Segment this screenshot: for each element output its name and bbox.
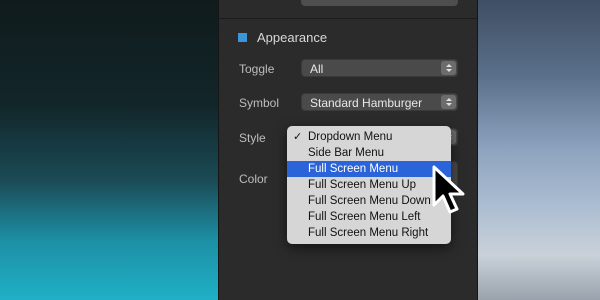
- arrow-cursor-icon: [432, 165, 465, 214]
- style-label: Style: [239, 131, 266, 145]
- color-label: Color: [239, 172, 268, 186]
- symbol-label: Symbol: [239, 96, 280, 110]
- symbol-select-value: Standard Hamburger: [310, 96, 423, 110]
- menu-item-label: Full Screen Menu Left: [308, 211, 421, 223]
- section-divider: [219, 18, 477, 19]
- symbol-select[interactable]: Standard Hamburger: [301, 93, 458, 111]
- toggle-label: Toggle: [239, 62, 275, 76]
- menu-item-label: Side Bar Menu: [308, 147, 385, 159]
- chevron-updown-icon: [441, 95, 456, 109]
- menu-item-full-screen-menu-left[interactable]: Full Screen Menu Left: [287, 209, 451, 225]
- menu-item-label: Full Screen Menu Up: [308, 179, 417, 191]
- menu-item-full-screen-menu-up[interactable]: Full Screen Menu Up: [287, 177, 451, 193]
- menu-item-dropdown-menu[interactable]: ✓ Dropdown Menu: [287, 129, 451, 145]
- previous-control[interactable]: [301, 0, 458, 6]
- menu-item-full-screen-menu[interactable]: Full Screen Menu: [287, 161, 451, 177]
- section-title: Appearance: [257, 30, 328, 45]
- desktop-background-right: [478, 0, 600, 300]
- section-square-icon: [238, 33, 247, 42]
- menu-item-side-bar-menu[interactable]: Side Bar Menu: [287, 145, 451, 161]
- desktop-background-left: [0, 0, 218, 300]
- chevron-updown-icon: [441, 61, 456, 75]
- toggle-select-value: All: [310, 62, 324, 76]
- style-dropdown-menu: ✓ Dropdown Menu Side Bar Menu Full Scree…: [287, 126, 451, 244]
- menu-item-full-screen-menu-right[interactable]: Full Screen Menu Right: [287, 225, 451, 241]
- menu-item-label: Full Screen Menu: [308, 163, 399, 175]
- menu-item-full-screen-menu-down[interactable]: Full Screen Menu Down: [287, 193, 451, 209]
- menu-item-label: Full Screen Menu Right: [308, 227, 429, 239]
- checkmark-icon: ✓: [293, 131, 303, 143]
- toggle-select[interactable]: All: [301, 59, 458, 77]
- menu-item-label: Dropdown Menu: [308, 131, 393, 143]
- menu-item-label: Full Screen Menu Down: [308, 195, 431, 207]
